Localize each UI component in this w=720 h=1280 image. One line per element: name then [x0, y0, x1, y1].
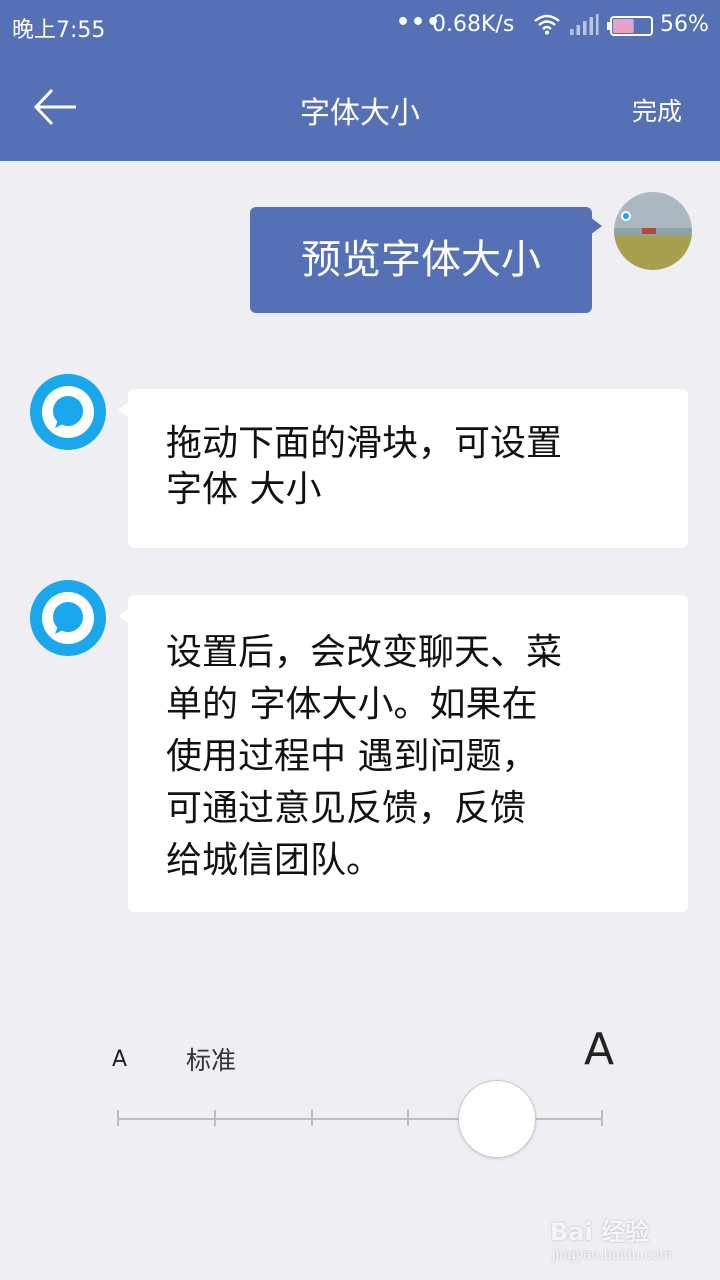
message-line: 设置后，会改变聊天、菜: [166, 632, 563, 673]
bot-message-bubble: 设置后，会改变聊天、菜 单的 字体大小。如果在 使用过程中 遇到问题， 可通过意…: [118, 595, 688, 912]
wifi-icon: [533, 13, 561, 41]
small-font-label: A: [112, 1047, 128, 1072]
slider-tick[interactable]: [310, 1110, 313, 1126]
signal-icon: [569, 14, 599, 42]
slider-tick[interactable]: [117, 1110, 119, 1126]
done-button[interactable]: 完成: [632, 92, 682, 128]
user-avatar[interactable]: [614, 192, 692, 270]
large-font-label: A: [584, 1024, 615, 1075]
message-line: 给城信团队。: [166, 840, 383, 881]
slider-tick[interactable]: [601, 1110, 603, 1126]
battery-percent: 56%: [660, 12, 709, 37]
status-bar: 晚上7:55 ••• 0.68K/s 56%: [0, 0, 720, 52]
standard-font-label: 标准: [186, 1046, 237, 1075]
message-line: 字体 大小: [166, 469, 322, 510]
slider-thumb[interactable]: [458, 1080, 537, 1158]
bot-message-bubble: 拖动下面的滑块，可设置 字体 大小: [118, 389, 688, 548]
message-line: 单的 字体大小。如果在: [166, 684, 538, 725]
message-line: 可通过意见反馈，反馈: [166, 788, 527, 829]
bot-avatar[interactable]: [30, 580, 106, 656]
bot-avatar[interactable]: [30, 374, 106, 450]
message-line: 使用过程中 遇到问题，: [166, 736, 538, 777]
slider-tick[interactable]: [213, 1110, 216, 1126]
watermark: Bai 经验: [550, 1218, 650, 1246]
preview-message-bubble: 预览字体大小: [250, 207, 602, 313]
network-speed: 0.68K/s: [432, 12, 515, 37]
message-line: 拖动下面的滑块，可设置: [166, 423, 563, 464]
battery-icon: [607, 15, 655, 43]
app-bar: 字体大小 完成: [0, 52, 720, 161]
status-time: 晚上7:55: [12, 18, 106, 43]
slider-tick[interactable]: [407, 1110, 410, 1126]
page-title: 字体大小: [300, 96, 420, 131]
font-size-slider[interactable]: [117, 1080, 603, 1160]
watermark-url: jingyan.baidu.com: [552, 1248, 672, 1263]
